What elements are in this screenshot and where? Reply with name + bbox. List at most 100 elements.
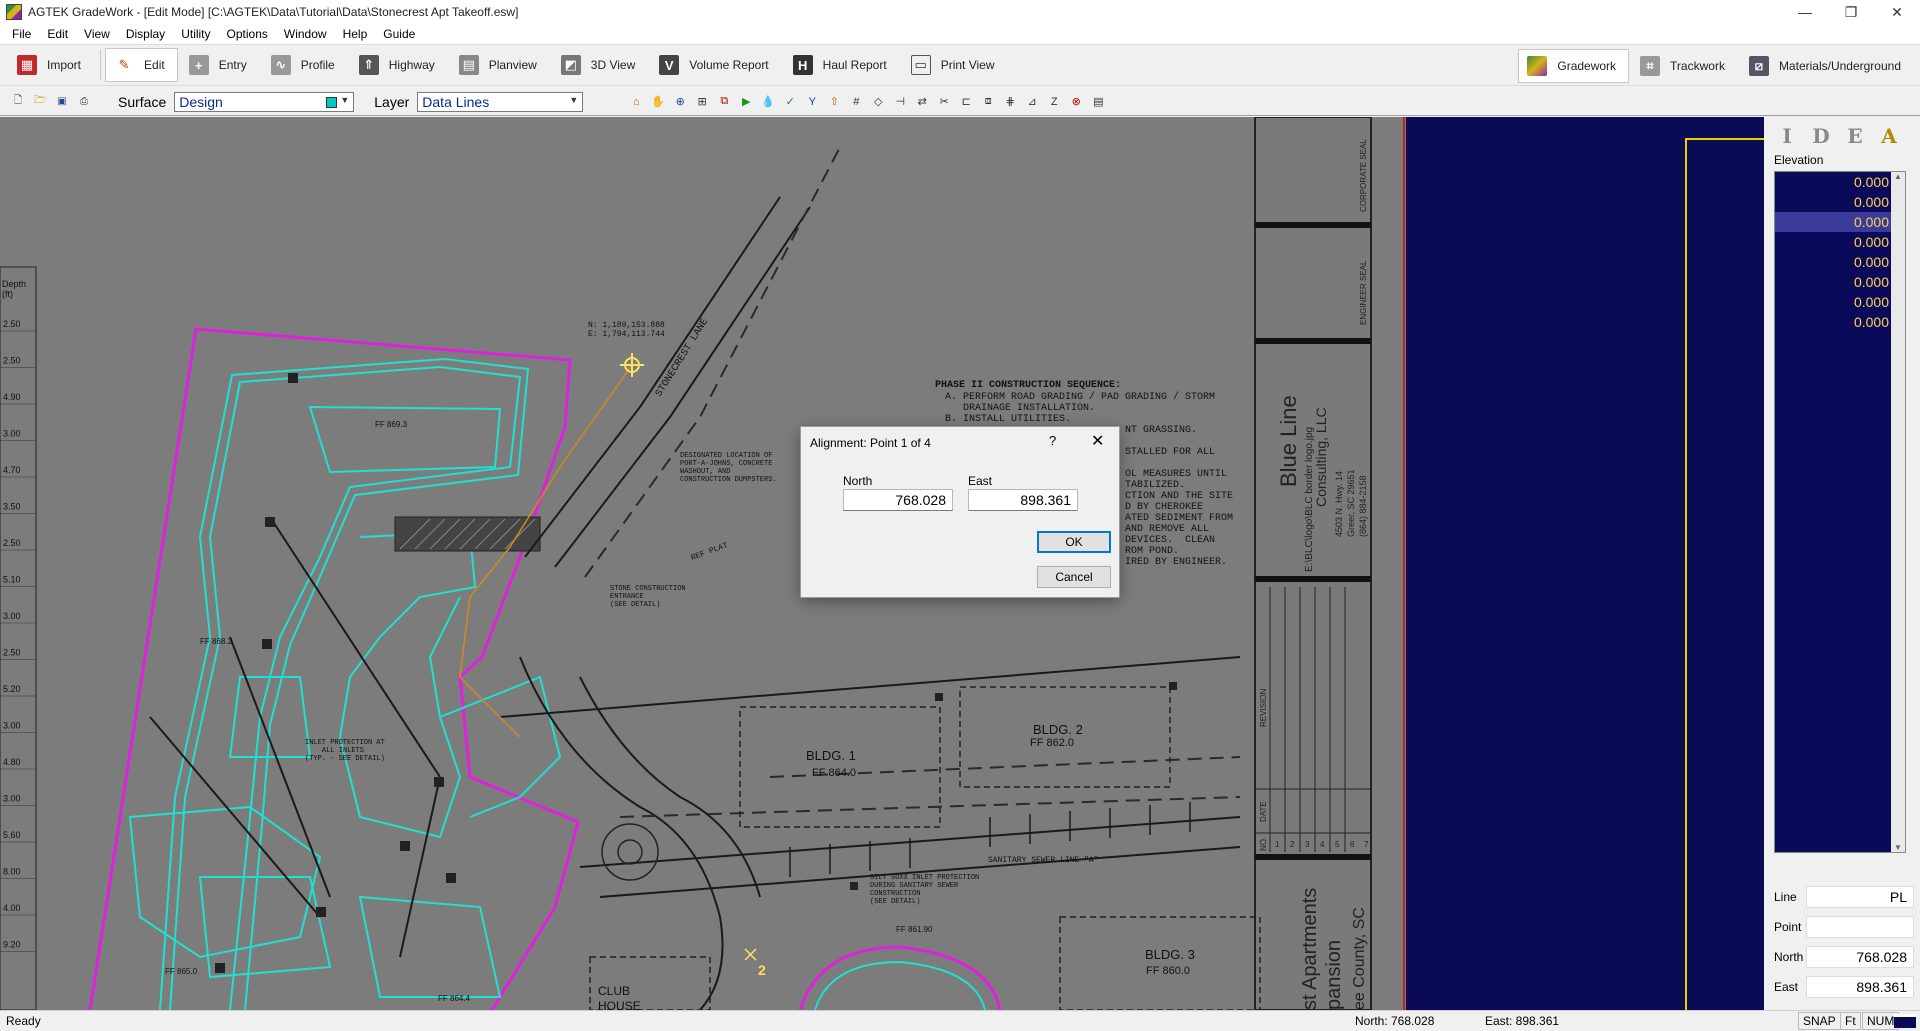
building-2-name: BLDG. 2 [1033, 722, 1083, 737]
scroll-up-icon[interactable]: ▲ [1891, 172, 1905, 181]
east-value[interactable]: 898.361 [1806, 976, 1914, 998]
menu-options[interactable]: Options [219, 24, 276, 44]
home-icon[interactable]: ⌂ [627, 93, 645, 111]
pan-hand-icon[interactable]: ✋ [649, 93, 667, 111]
insert-icon[interactable]: ⊣ [891, 93, 909, 111]
save-icon[interactable]: ▣ [54, 94, 70, 110]
help-icon[interactable]: ? [1049, 433, 1056, 448]
units-indicator[interactable]: Ft [1840, 1012, 1861, 1030]
report-icon[interactable]: ▤ [1089, 93, 1107, 111]
elevation-icon[interactable]: ⇧ [825, 93, 843, 111]
elevation-row[interactable]: 0.000 [1775, 232, 1905, 252]
play-icon[interactable]: ▶ [737, 93, 755, 111]
scissors-icon[interactable]: ✂ [935, 93, 953, 111]
check-icon[interactable]: ✓ [781, 93, 799, 111]
snap-indicator[interactable]: SNAP [1798, 1012, 1841, 1030]
zoom-window-icon[interactable]: ⊞ [693, 93, 711, 111]
silt-soxx-note: (SEE DETAIL) [870, 898, 920, 906]
eraser-icon[interactable]: ◇ [869, 93, 887, 111]
import-button[interactable]: ▦ Import [8, 48, 94, 82]
elevation-row[interactable]: 0.000 [1775, 192, 1905, 212]
dialog-close-icon[interactable]: ✕ [1091, 431, 1104, 451]
trackwork-button[interactable]: ⌗ Trackwork [1631, 49, 1738, 83]
maximize-button[interactable]: ❐ [1828, 0, 1874, 24]
tab-a[interactable]: A [1872, 121, 1906, 151]
trackwork-label: Trackwork [1670, 59, 1725, 73]
elevation-row[interactable]: 0.000 [1775, 272, 1905, 292]
surface-select[interactable]: Design ▼ [174, 91, 355, 112]
project-county: ee County, SC [1351, 907, 1368, 1010]
menu-help[interactable]: Help [335, 24, 376, 44]
chevron-down-icon: ▼ [340, 94, 350, 105]
cancel-button[interactable]: Cancel [1037, 566, 1111, 588]
elevation-row[interactable]: 0.000 [1775, 252, 1905, 272]
print-icon[interactable]: ⎙ [76, 94, 92, 110]
3d-view-button[interactable]: ◩ 3D View [552, 48, 648, 82]
highway-button[interactable]: ⇑ Highway [350, 48, 448, 82]
menu-window[interactable]: Window [276, 24, 335, 44]
layer-select[interactable]: Data Lines ▼ [417, 91, 584, 112]
ok-button[interactable]: OK [1037, 531, 1111, 553]
depth-value: 3.00 [3, 611, 21, 621]
menu-utility[interactable]: Utility [173, 24, 218, 44]
tab-d[interactable]: D [1804, 121, 1838, 151]
grid-icon[interactable]: # [847, 93, 865, 111]
sequence-line: B. INSTALL UTILITIES. [945, 414, 1071, 425]
haul-report-label: Haul Report [822, 58, 887, 72]
volume-report-button[interactable]: V Volume Report [650, 48, 781, 82]
edit-label: Edit [144, 58, 165, 72]
east-input[interactable] [968, 489, 1078, 511]
slope-icon[interactable]: ⊿ [1023, 93, 1041, 111]
planview-button[interactable]: ▤ Planview [450, 48, 550, 82]
line-value[interactable]: PL [1806, 886, 1914, 908]
elevation-label: Elevation [1774, 153, 1824, 167]
select-icon[interactable]: ⧉ [715, 93, 733, 111]
gradework-button[interactable]: Gradework [1518, 49, 1630, 83]
delete-icon[interactable]: ⊗ [1067, 93, 1085, 111]
tab-i[interactable]: I [1770, 121, 1804, 151]
haul-report-button[interactable]: H Haul Report [784, 48, 900, 82]
menu-guide[interactable]: Guide [375, 24, 423, 44]
close-button[interactable]: ✕ [1874, 0, 1920, 24]
planview-label: Planview [488, 58, 537, 72]
drop-icon[interactable]: 💧 [759, 93, 777, 111]
elevation-scrollbar[interactable]: ▲ ▼ [1891, 172, 1905, 852]
print-view-button[interactable]: ▭ Print View [902, 48, 1008, 82]
menu-view[interactable]: View [76, 24, 118, 44]
menu-file[interactable]: File [4, 24, 39, 44]
zigzag-icon[interactable]: Z [1045, 93, 1063, 111]
point-value[interactable] [1806, 916, 1914, 938]
zoom-icon[interactable]: ⊕ [671, 93, 689, 111]
open-folder-icon[interactable]: 🗁 [32, 94, 48, 110]
elevation-row[interactable]: 0.000 [1775, 292, 1905, 312]
menu-edit[interactable]: Edit [39, 24, 76, 44]
swap-icon[interactable]: ⇄ [913, 93, 931, 111]
filter-icon[interactable]: Y [803, 93, 821, 111]
elevation-row[interactable]: 0.000 [1775, 172, 1905, 192]
inlet-protection-note: INLET PROTECTION AT [305, 739, 385, 747]
point-label: Point [1774, 920, 1802, 934]
elevation-row[interactable]: 0.000 [1775, 212, 1905, 232]
new-file-icon[interactable]: 🗋 [10, 94, 26, 110]
menu-display[interactable]: Display [118, 24, 173, 44]
elevation-list[interactable]: 0.000 0.000 0.000 0.000 0.000 0.000 0.00… [1774, 171, 1906, 853]
elevation-row[interactable]: 0.000 [1775, 312, 1905, 332]
scroll-down-icon[interactable]: ▼ [1891, 843, 1905, 852]
entry-button[interactable]: + Entry [180, 48, 260, 82]
copy-icon[interactable]: ⧈ [979, 93, 997, 111]
offset-icon[interactable]: ⋕ [1001, 93, 1019, 111]
north-value[interactable]: 768.028 [1806, 946, 1914, 968]
profile-button[interactable]: ∿ Profile [262, 48, 348, 82]
layer-value: Data Lines [422, 93, 490, 110]
inlet-protection-note: ALL INLETS [322, 747, 364, 755]
right-panel: I D E A Elevation 0.000 0.000 0.000 0.00… [1764, 117, 1920, 1010]
materials-underground-button[interactable]: ⧄ Materials/Underground [1740, 49, 1914, 83]
tab-e[interactable]: E [1838, 121, 1872, 151]
3d-view-icon: ◩ [560, 55, 581, 75]
edit-button[interactable]: ✎ Edit [105, 48, 178, 82]
north-input[interactable] [843, 489, 953, 511]
minimize-button[interactable]: — [1782, 0, 1828, 24]
profile-icon: ∿ [270, 55, 291, 75]
join-icon[interactable]: ⊏ [957, 93, 975, 111]
entry-icon: + [188, 55, 209, 75]
